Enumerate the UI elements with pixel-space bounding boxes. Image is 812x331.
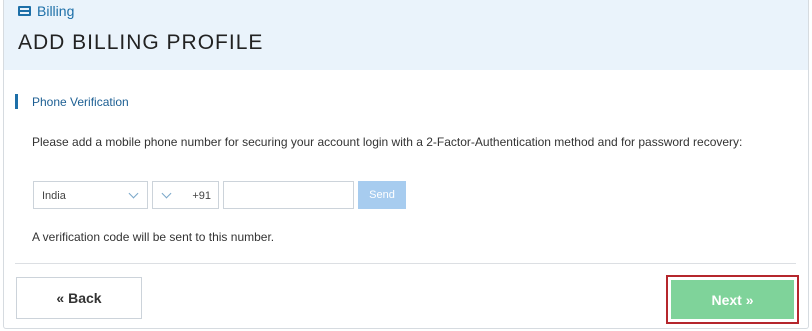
breadcrumb-billing[interactable]: Billing (37, 3, 74, 19)
country-select-value: India (42, 190, 66, 202)
breadcrumb[interactable]: Billing (18, 3, 74, 19)
country-select[interactable]: India (33, 181, 148, 209)
footer-divider (15, 263, 796, 264)
page-header: Billing ADD BILLING PROFILE (4, 0, 808, 70)
send-button[interactable]: Send (358, 181, 406, 209)
dial-code-value: +91 (192, 190, 211, 202)
verification-note: A verification code will be sent to this… (32, 230, 275, 244)
chevron-down-icon (161, 188, 172, 199)
section-title: Phone Verification (32, 95, 129, 109)
page-title: ADD BILLING PROFILE (18, 31, 264, 54)
back-button[interactable]: « Back (16, 277, 142, 319)
instruction-text: Please add a mobile phone number for sec… (32, 135, 743, 149)
chevron-down-icon (128, 188, 139, 199)
credit-card-icon (18, 6, 31, 16)
dial-code-select[interactable]: +91 (152, 181, 219, 209)
section-accent-bar (15, 94, 18, 109)
phone-number-input[interactable] (223, 181, 354, 209)
next-button[interactable]: Next » (671, 280, 794, 319)
